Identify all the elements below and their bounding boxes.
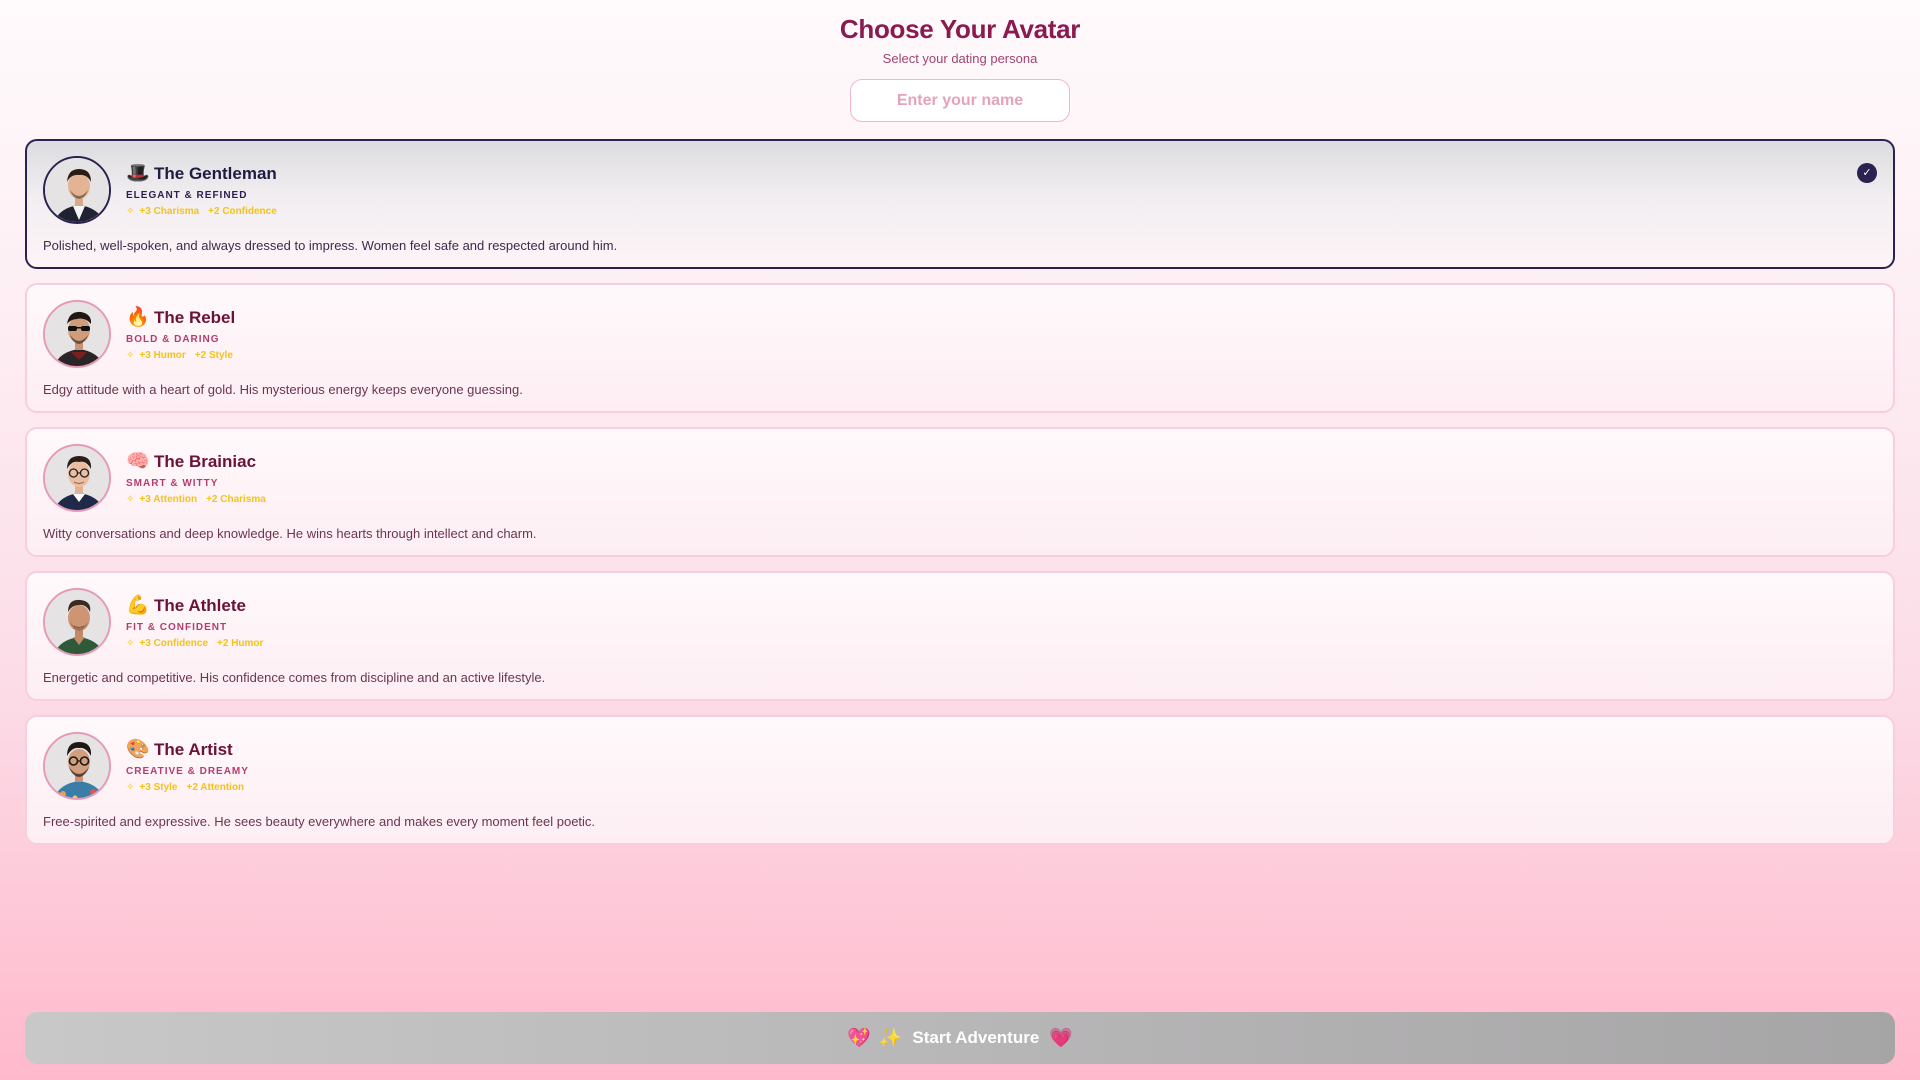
avatar-card-athlete[interactable]: 💪 The Athlete FIT & CONFIDENT ✧ +3 Confi… xyxy=(25,571,1895,701)
avatar-card-rebel[interactable]: 🔥 The Rebel BOLD & DARING ✧ +3 Humor +2 … xyxy=(25,283,1895,413)
avatar-name: The Rebel xyxy=(154,308,236,327)
avatar-info: 🎨 The Artist CREATIVE & DREAMY ✧ +3 Styl… xyxy=(126,739,253,793)
sparkles-icon: ✨ xyxy=(878,1028,903,1049)
avatar-info: 🧠 The Brainiac SMART & WITTY ✧ +3 Attent… xyxy=(126,451,275,505)
avatar-tagline: BOLD & DARING xyxy=(126,334,220,345)
sparkle-icon: ✧ xyxy=(126,350,135,361)
avatar-image-athlete xyxy=(43,588,111,656)
avatar-stats: ✧ +3 Style +2 Attention xyxy=(126,782,253,793)
stat-bonus: +3 Charisma xyxy=(139,206,200,217)
avatar-name: The Athlete xyxy=(154,596,246,615)
avatar-description: Witty conversations and deep knowledge. … xyxy=(43,526,537,541)
fire-icon: 🔥 xyxy=(126,307,150,328)
start-adventure-label: Start Adventure xyxy=(912,1028,1040,1047)
selected-check-icon: ✓ xyxy=(1857,163,1877,183)
avatar-tagline: FIT & CONFIDENT xyxy=(126,622,228,633)
avatar-description: Energetic and competitive. His confidenc… xyxy=(43,670,546,685)
avatar-name: The Brainiac xyxy=(154,452,257,471)
stat-bonus: +2 Charisma xyxy=(206,494,266,505)
brain-icon: 🧠 xyxy=(126,451,150,472)
avatar-info: 💪 The Athlete FIT & CONFIDENT ✧ +3 Confi… xyxy=(126,595,272,649)
name-input[interactable] xyxy=(850,79,1070,122)
avatar-tagline: CREATIVE & DREAMY xyxy=(126,766,249,777)
growing-heart-icon: 💗 xyxy=(1049,1028,1073,1049)
avatar-card-brainiac[interactable]: 🧠 The Brainiac SMART & WITTY ✧ +3 Attent… xyxy=(25,427,1895,557)
avatar-image-gentleman xyxy=(43,156,111,224)
avatar-stats: ✧ +3 Charisma +2 Confidence xyxy=(126,206,286,217)
avatar-image-artist xyxy=(43,732,111,800)
palette-icon: 🎨 xyxy=(126,739,150,760)
sparkle-icon: ✧ xyxy=(126,638,135,649)
stat-bonus: +3 Attention xyxy=(139,494,198,505)
avatar-description: Free-spirited and expressive. He sees be… xyxy=(43,814,596,829)
stat-bonus: +2 Style xyxy=(194,350,233,361)
page-header: Choose Your Avatar Select your dating pe… xyxy=(0,14,1920,66)
avatar-tagline: ELEGANT & REFINED xyxy=(126,190,248,201)
avatar-card-artist[interactable]: 🎨 The Artist CREATIVE & DREAMY ✧ +3 Styl… xyxy=(25,715,1895,845)
sparkle-icon: ✧ xyxy=(126,782,135,793)
avatar-image-rebel xyxy=(43,300,111,368)
stat-bonus: +3 Confidence xyxy=(139,638,209,649)
stat-bonus: +3 Style xyxy=(139,782,178,793)
avatar-image-brainiac xyxy=(43,444,111,512)
stat-bonus: +3 Humor xyxy=(139,350,186,361)
top-hat-icon: 🎩 xyxy=(126,163,150,184)
stat-bonus: +2 Confidence xyxy=(208,206,277,217)
sparkling-heart-icon: 💖 xyxy=(847,1028,871,1049)
avatar-description: Polished, well-spoken, and always dresse… xyxy=(43,238,618,253)
flexed-biceps-icon: 💪 xyxy=(126,595,150,616)
page-title: Choose Your Avatar xyxy=(839,14,1081,44)
stat-bonus: +2 Attention xyxy=(186,782,245,793)
sparkle-icon: ✧ xyxy=(126,206,135,217)
start-adventure-button[interactable]: 💖 ✨ Start Adventure 💗 xyxy=(25,1012,1895,1064)
avatar-stats: ✧ +3 Attention +2 Charisma xyxy=(126,494,275,505)
avatar-card-gentleman[interactable]: 🎩 The Gentleman ELEGANT & REFINED ✧ +3 C… xyxy=(25,139,1895,269)
avatar-tagline: SMART & WITTY xyxy=(126,478,219,489)
avatar-stats: ✧ +3 Humor +2 Style xyxy=(126,350,242,361)
avatar-name: The Artist xyxy=(154,740,233,759)
stat-bonus: +2 Humor xyxy=(217,638,264,649)
avatar-stats: ✧ +3 Confidence +2 Humor xyxy=(126,638,272,649)
avatar-info: 🎩 The Gentleman ELEGANT & REFINED ✧ +3 C… xyxy=(126,163,286,217)
avatar-name: The Gentleman xyxy=(154,164,277,183)
sparkle-icon: ✧ xyxy=(126,494,135,505)
avatar-description: Edgy attitude with a heart of gold. His … xyxy=(43,382,523,397)
avatar-info: 🔥 The Rebel BOLD & DARING ✧ +3 Humor +2 … xyxy=(126,307,242,361)
page-subtitle: Select your dating persona xyxy=(882,51,1038,66)
